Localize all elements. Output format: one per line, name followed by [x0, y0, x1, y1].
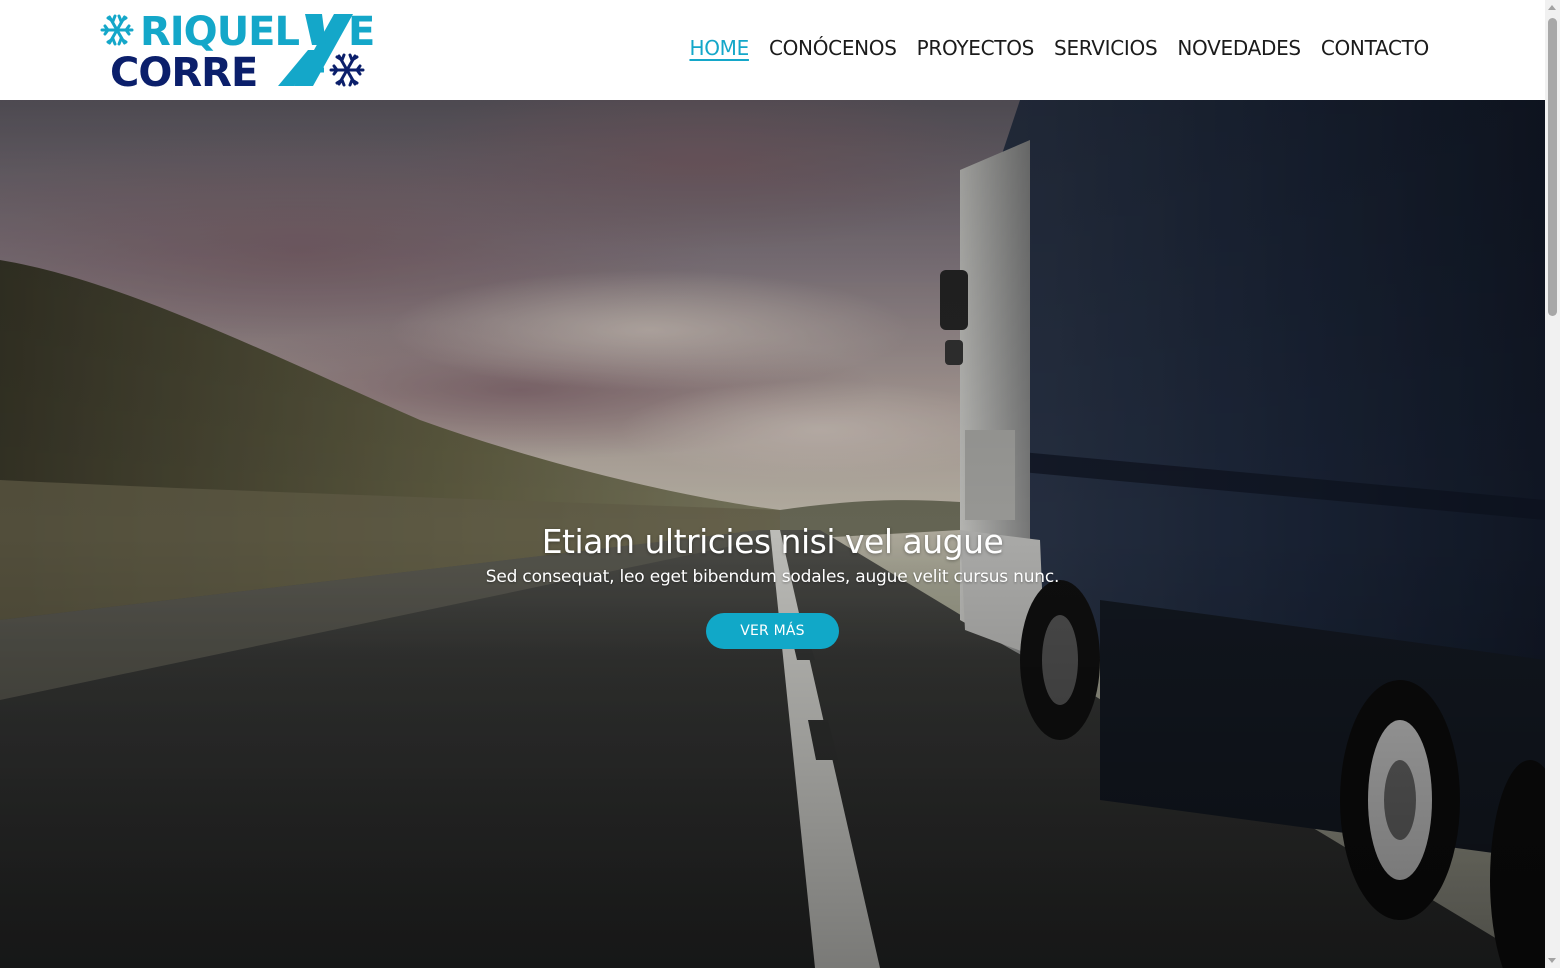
nav-item-conocenos: CONÓCENOS — [769, 36, 897, 60]
scroll-up-icon[interactable] — [1548, 5, 1556, 10]
page: RIQUEL CORRE E HOME CONÓCENOS PROYECTOS … — [0, 0, 1560, 968]
site-header: RIQUEL CORRE E HOME CONÓCENOS PROYECTOS … — [0, 0, 1545, 100]
nav-link-home[interactable]: HOME — [689, 36, 749, 60]
snowflake-icon — [100, 14, 134, 46]
snowflake-icon — [329, 53, 365, 87]
nav-item-servicios: SERVICIOS — [1054, 36, 1158, 60]
nav-item-proyectos: PROYECTOS — [917, 36, 1035, 60]
brand-logo[interactable]: RIQUEL CORRE E — [98, 8, 388, 92]
ver-mas-button[interactable]: VER MÁS — [706, 613, 839, 649]
hero-title: Etiam ultricies nisi vel augue — [541, 522, 1004, 561]
scroll-thumb[interactable] — [1548, 18, 1557, 316]
hero-banner: Etiam ultricies nisi vel augue Sed conse… — [0, 100, 1545, 968]
nav-item-contacto: CONTACTO — [1321, 36, 1429, 60]
hero-subtitle: Sed consequat, leo eget bibendum sodales… — [485, 567, 1060, 587]
svg-text:CORRE: CORRE — [110, 50, 257, 92]
scroll-down-icon[interactable] — [1548, 958, 1556, 963]
svg-text:E: E — [348, 9, 375, 55]
nav-link-contacto[interactable]: CONTACTO — [1321, 36, 1429, 60]
logo-graphic: RIQUEL CORRE E — [100, 9, 375, 92]
hero-content: Etiam ultricies nisi vel augue Sed conse… — [0, 100, 1545, 968]
nav-link-servicios[interactable]: SERVICIOS — [1054, 36, 1158, 60]
nav-list: HOME CONÓCENOS PROYECTOS SERVICIOS NOVED… — [689, 36, 1429, 60]
svg-text:RIQUEL: RIQUEL — [140, 9, 299, 55]
page-scrollbar[interactable] — [1545, 0, 1560, 968]
nav-item-home: HOME — [689, 36, 749, 60]
nav-link-proyectos[interactable]: PROYECTOS — [917, 36, 1035, 60]
nav-link-conocenos[interactable]: CONÓCENOS — [769, 36, 897, 60]
nav-link-novedades[interactable]: NOVEDADES — [1177, 36, 1301, 60]
nav-item-novedades: NOVEDADES — [1177, 36, 1301, 60]
